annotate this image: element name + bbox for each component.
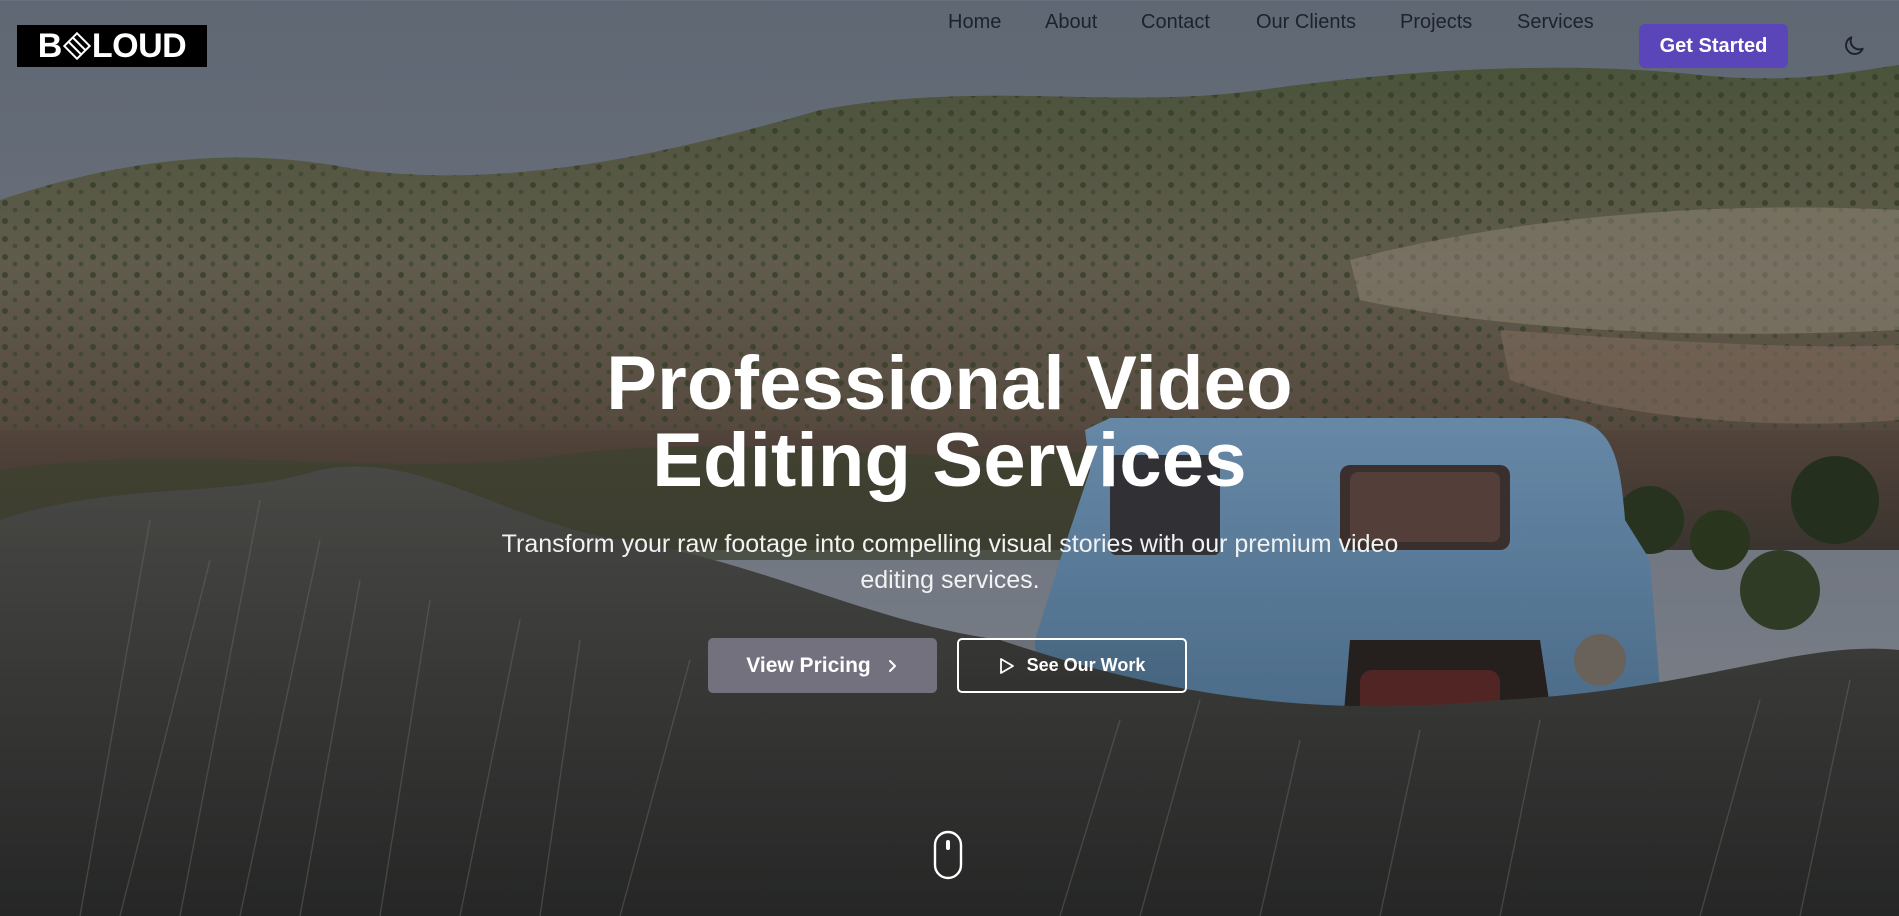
view-pricing-label: View Pricing bbox=[746, 653, 871, 677]
hero-title: Professional Video Editing Services bbox=[0, 345, 1899, 499]
nav-services[interactable]: Services bbox=[1517, 0, 1594, 44]
hero-title-line-1: Professional Video bbox=[606, 341, 1293, 426]
get-started-button[interactable]: Get Started bbox=[1639, 24, 1788, 68]
nav-home[interactable]: Home bbox=[948, 0, 1001, 44]
play-icon bbox=[999, 657, 1014, 674]
see-our-work-label: See Our Work bbox=[1026, 655, 1146, 675]
logo-wordmark: B LOUD bbox=[37, 27, 187, 65]
logo-diamond-icon bbox=[62, 32, 91, 60]
chevron-right-icon bbox=[888, 659, 896, 672]
see-our-work-button[interactable]: See Our Work bbox=[957, 638, 1187, 693]
view-pricing-button[interactable]: View Pricing bbox=[708, 638, 937, 693]
brand-logo[interactable]: B LOUD bbox=[17, 25, 207, 67]
logo-text-left: B bbox=[37, 27, 63, 65]
hero-subtitle: Transform your raw footage into compelli… bbox=[501, 530, 1399, 594]
nav-about[interactable]: About bbox=[1045, 0, 1097, 44]
nav-our-clients[interactable]: Our Clients bbox=[1256, 0, 1356, 44]
hero-title-line-2: Editing Services bbox=[652, 418, 1247, 503]
nav-contact[interactable]: Contact bbox=[1141, 0, 1210, 44]
logo-text-right: LOUD bbox=[91, 27, 187, 65]
mouse-scroll-icon[interactable] bbox=[933, 830, 963, 880]
moon-icon[interactable] bbox=[1841, 33, 1867, 59]
nav-projects[interactable]: Projects bbox=[1400, 0, 1472, 44]
